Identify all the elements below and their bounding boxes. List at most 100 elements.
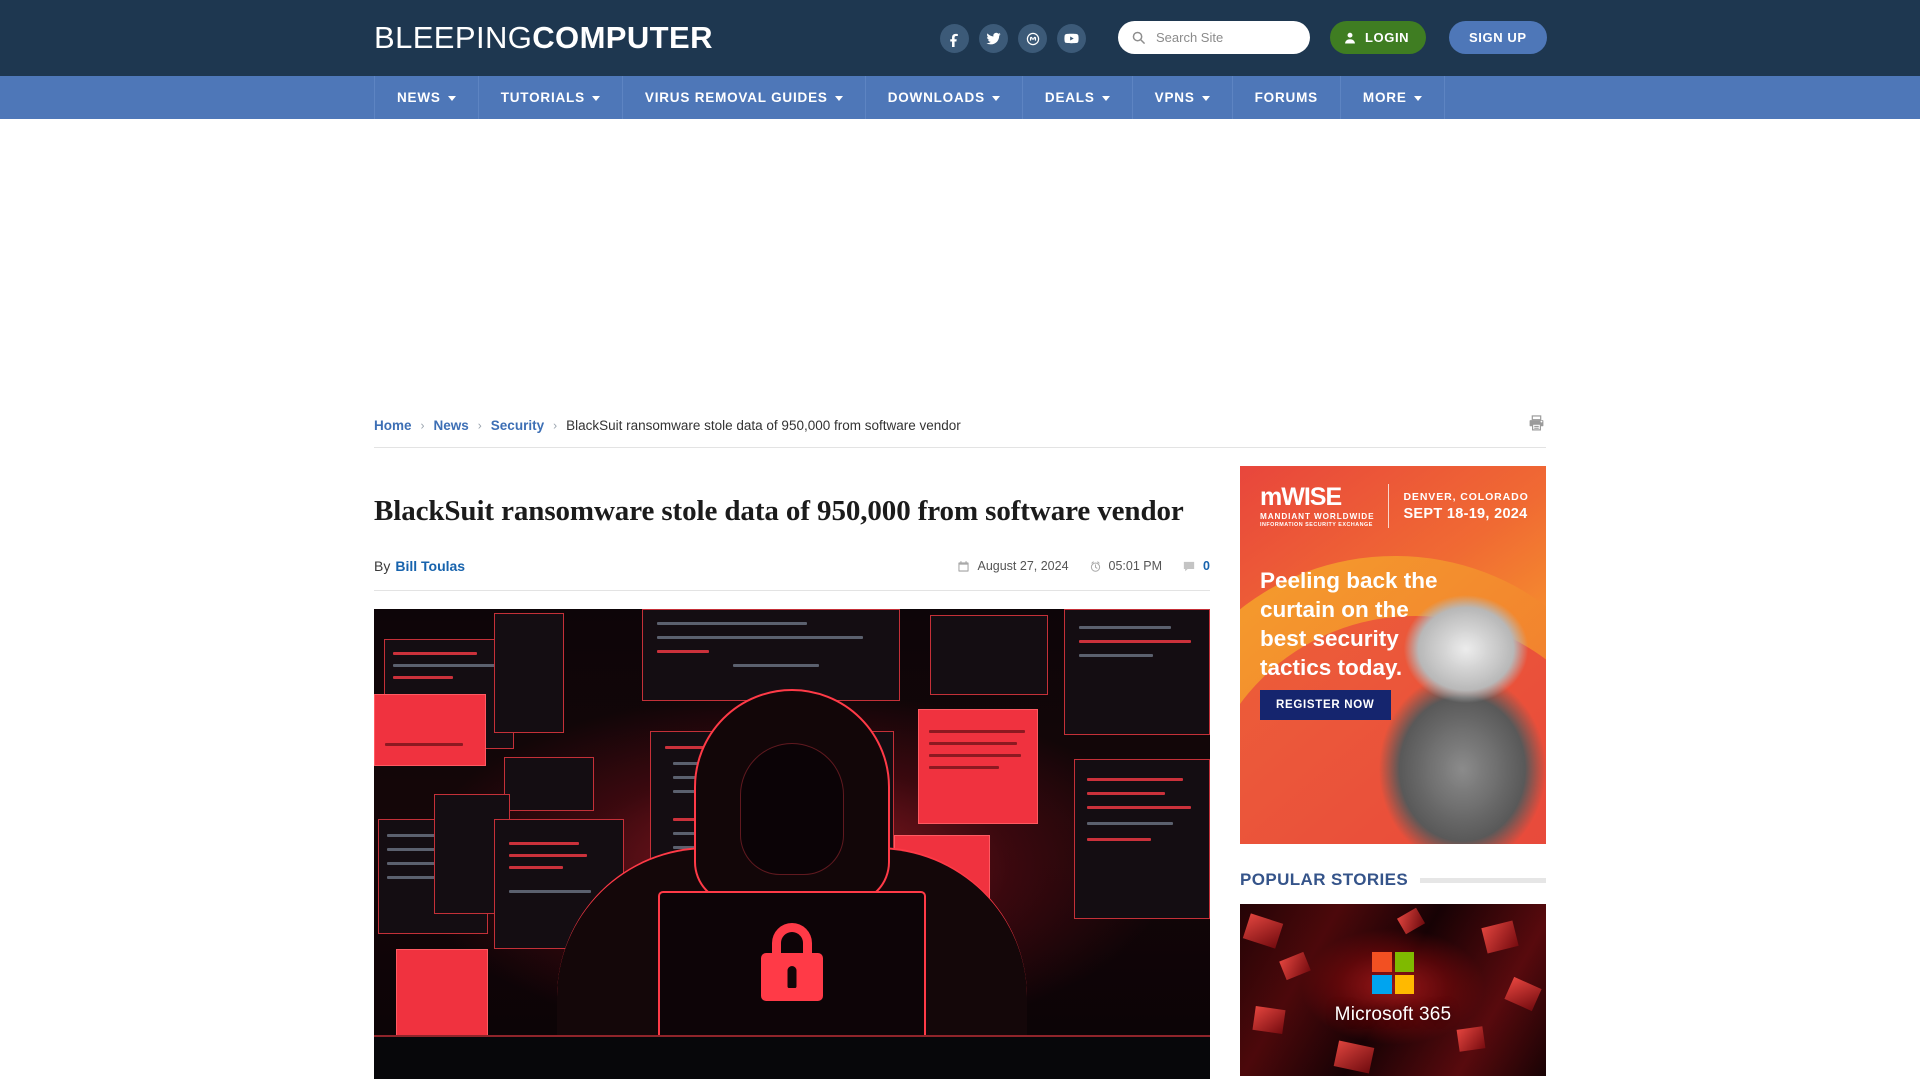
chevron-down-icon [1101,96,1110,101]
ad-event-date: SEPT 18-19, 2024 [1403,505,1528,522]
site-header: BLEEPINGCOMPUTER LOGIN SIGN UP [0,0,1920,76]
alert-panel [374,694,486,766]
breadcrumb-row: Home › News › Security › BlackSuit ranso… [374,404,1546,448]
decorative-shard [1456,1026,1486,1052]
content-area: BlackSuit ransomware stole data of 950,0… [374,448,1546,1079]
author-link[interactable]: Bill Toulas [395,558,465,574]
publish-time-text: 05:01 PM [1108,559,1163,573]
microsoft-logo-icon [1372,952,1414,994]
site-logo[interactable]: BLEEPINGCOMPUTER [374,19,713,57]
article-hero-image [374,609,1210,1079]
nav-item-more[interactable]: MORE [1339,76,1445,119]
user-icon [1345,32,1355,44]
chevron-down-icon [834,96,843,101]
ad-divider [1388,484,1390,528]
facebook-icon[interactable] [940,24,969,53]
ad-headline: Peeling back the curtain on the best sec… [1260,568,1438,680]
padlock-icon [761,923,823,1001]
hacker-hood [694,689,890,904]
popular-stories-title: POPULAR STORIES [1240,870,1409,889]
nav-item-tutorials[interactable]: TUTORIALS [477,76,622,119]
comment-count-value: 0 [1203,559,1210,573]
leaderboard-ad-slot [0,119,1920,404]
mastodon-icon[interactable] [1018,24,1047,53]
article-meta: August 27, 2024 05:01 PM 0 [957,559,1210,573]
twitter-icon[interactable] [979,24,1008,53]
nav-item-downloads[interactable]: DOWNLOADS [864,76,1022,119]
breadcrumb-item-news[interactable]: News [434,418,469,433]
search-input[interactable] [1154,24,1294,51]
comment-count[interactable]: 0 [1182,559,1210,573]
nav-label: VPNS [1154,90,1195,105]
header-rule [1420,877,1546,883]
nav-item-forums[interactable]: FORUMS [1231,76,1340,119]
popular-story-thumbnail[interactable]: Microsoft 365 [1240,904,1546,1076]
popular-stories-header: POPULAR STORIES [1240,870,1546,890]
comment-icon [1183,561,1195,571]
article-column: BlackSuit ransomware stole data of 950,0… [374,448,1210,1079]
breadcrumb-separator-icon: › [553,418,558,432]
code-screen [1074,759,1210,919]
nav-label: VIRUS REMOVAL GUIDES [644,90,828,105]
main-navigation: NEWS TUTORIALS VIRUS REMOVAL GUIDES DOWN… [0,76,1920,119]
printer-icon[interactable] [1527,414,1546,437]
chevron-down-icon [991,96,1000,101]
code-screen [930,615,1048,695]
login-label: LOGIN [1365,30,1410,45]
breadcrumb-item-current: BlackSuit ransomware stole data of 950,0… [566,418,961,433]
nav-item-vpns[interactable]: VPNS [1131,76,1232,119]
ad-event-info: DENVER, COLORADO SEPT 18-19, 2024 [1403,491,1528,522]
code-screen [494,613,564,733]
byline: By Bill Toulas [374,558,465,574]
clock-icon [1090,560,1100,572]
mwise-logo: mWISE MANDIANT WORLDWIDE INFORMATION SEC… [1260,482,1375,528]
breadcrumb-item-home[interactable]: Home [374,418,412,433]
logo-text-bold: COMPUTER [532,20,713,55]
logo-text-thin: BLEEPING [374,20,533,55]
story-image-label: Microsoft 365 [1334,1004,1452,1025]
page-container: Home › News › Security › BlackSuit ranso… [0,404,1920,1079]
code-screen [1064,609,1210,735]
alert-panel [396,949,488,1047]
nav-label: TUTORIALS [500,90,585,105]
nav-item-news[interactable]: NEWS [374,76,478,119]
publish-date-text: August 27, 2024 [977,559,1069,573]
breadcrumb-item-security[interactable]: Security [491,418,544,433]
chevron-down-icon [1413,96,1422,101]
article-meta-row: By Bill Toulas August 27, 2024 05:01 PM … [374,558,1210,591]
byline-prefix: By [374,558,391,574]
youtube-icon[interactable] [1057,24,1086,53]
search-box[interactable] [1118,21,1310,54]
chevron-down-icon [447,96,456,101]
signup-label: SIGN UP [1469,30,1527,45]
nav-item-virus-removal-guides[interactable]: VIRUS REMOVAL GUIDES [621,76,865,119]
search-icon [1132,31,1145,44]
social-links [940,24,1086,53]
publish-date: August 27, 2024 [957,559,1069,573]
ad-brand-row: mWISE MANDIANT WORLDWIDE INFORMATION SEC… [1260,484,1529,528]
login-button[interactable]: LOGIN [1330,21,1427,54]
chevron-down-icon [1201,96,1210,101]
nav-label: FORUMS [1254,90,1318,105]
sidebar: mWISE MANDIANT WORLDWIDE INFORMATION SEC… [1240,448,1546,1079]
calendar-icon [958,560,970,572]
ad-brand-word: mWISE [1260,482,1342,511]
breadcrumb: Home › News › Security › BlackSuit ranso… [374,418,961,433]
ad-brand-sub1: MANDIANT WORLDWIDE [1260,511,1375,521]
hacker-figure [557,689,1027,1079]
hacker-face [740,743,844,875]
ad-register-button[interactable]: REGISTER NOW [1260,690,1391,720]
desk-surface [374,1035,1210,1079]
publish-time: 05:01 PM [1089,559,1163,573]
nav-item-deals[interactable]: DEALS [1021,76,1132,119]
signup-button[interactable]: SIGN UP [1449,21,1547,54]
nav-label: MORE [1362,90,1407,105]
nav-label: DOWNLOADS [887,90,985,105]
code-screen [642,609,900,701]
breadcrumb-separator-icon: › [477,418,482,432]
sidebar-ad-mwise[interactable]: mWISE MANDIANT WORLDWIDE INFORMATION SEC… [1240,466,1546,844]
chevron-down-icon [591,96,600,101]
breadcrumb-separator-icon: › [420,418,425,432]
nav-label: NEWS [397,90,441,105]
page-title: BlackSuit ransomware stole data of 950,0… [374,495,1184,527]
